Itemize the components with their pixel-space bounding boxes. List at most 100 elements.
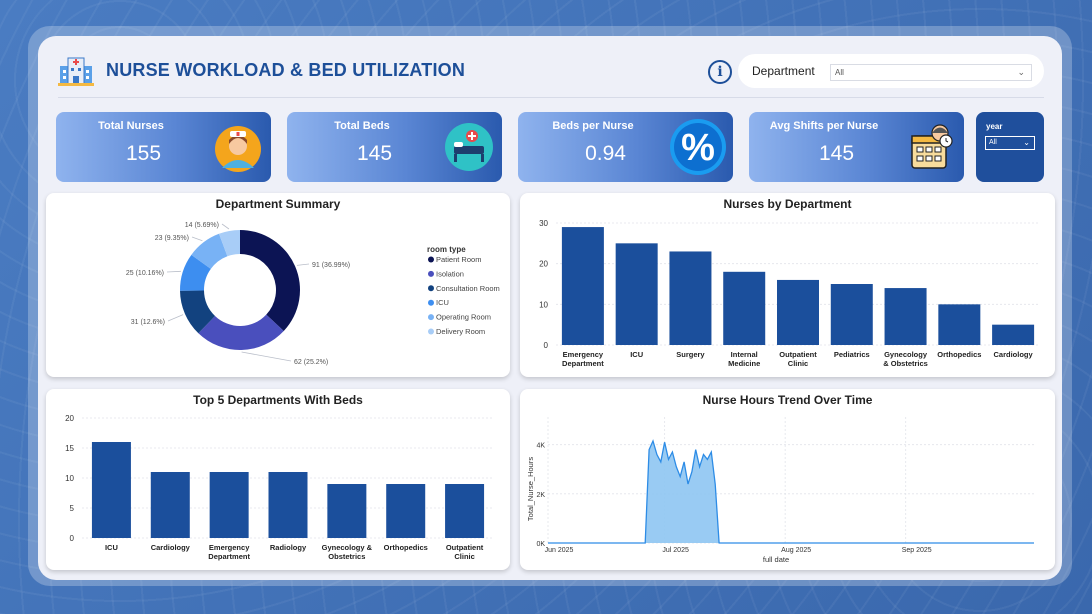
- bar: [938, 304, 981, 345]
- header-divider: [58, 97, 1044, 98]
- donut-chart: 91 (36.99%) 62 (25.2%) 31 (12.6%) 25 (10.16…: [126, 222, 500, 366]
- x-tick-label: Pediatrics: [834, 350, 870, 359]
- legend-item: ICU: [436, 298, 449, 307]
- x-tick-label: Jun 2025: [545, 547, 574, 554]
- y-tick-label: 30: [539, 219, 548, 228]
- legend-marker: [428, 314, 434, 321]
- bar: [669, 251, 712, 345]
- x-tick-label: & Obstetrics: [883, 359, 928, 368]
- kpi-total-nurses: Total Nurses 155: [56, 112, 271, 182]
- top-departments-beds-card: Top 5 Departments With Beds 0 5 10 15 20 ICU C…: [46, 389, 510, 570]
- y-tick-label: 10: [539, 300, 548, 309]
- x-tick-label: Outpatient: [779, 350, 817, 359]
- legend-marker: [428, 256, 434, 263]
- x-tick-label: Emergency: [563, 350, 604, 359]
- legend-marker: [428, 270, 434, 277]
- bar: [723, 271, 766, 345]
- donut-slice: [240, 230, 300, 332]
- legend-item: Consultation Room: [436, 284, 500, 293]
- data-label: 91 (36.99%): [312, 262, 350, 269]
- legend-item: Isolation: [436, 269, 464, 278]
- x-tick-label: Obstetrics: [328, 552, 365, 561]
- hospital-logo-icon: [58, 57, 94, 86]
- y-tick-label: 2K: [536, 492, 545, 499]
- y-tick-label: 4K: [536, 443, 545, 450]
- department-filter[interactable]: Department All ⌄: [738, 54, 1044, 88]
- bar: [615, 243, 658, 345]
- year-filter-label: year: [986, 122, 1003, 131]
- legend-marker: [428, 299, 434, 306]
- series-line: [548, 439, 1034, 544]
- x-tick-label: Surgery: [676, 350, 705, 359]
- kpi-label: Total Beds: [334, 120, 390, 132]
- bar: [209, 472, 249, 538]
- legend-item: Patient Room: [436, 255, 481, 264]
- x-tick-label: Cardiology: [994, 350, 1034, 359]
- y-axis-label: Total_Nurse_Hours: [526, 457, 535, 521]
- department-filter-label: Department: [752, 64, 815, 78]
- department-summary-card: Department Summary 91 (36.99%) 62 (25.2%)…: [46, 193, 510, 377]
- bar: [91, 442, 131, 538]
- x-tick-label: Cardiology: [151, 543, 191, 552]
- bar-chart: 0 5 10 15 20 ICU Cardiology EmergencyDepartment…: [65, 414, 494, 561]
- x-tick-label: Aug 2025: [781, 547, 811, 554]
- x-tick-label: Department: [208, 552, 250, 561]
- y-tick-label: 20: [65, 414, 74, 423]
- leader-line: [241, 351, 292, 362]
- chevron-down-icon: ⌄: [1017, 67, 1025, 77]
- area-fill: [548, 441, 1034, 543]
- bar: [386, 484, 426, 538]
- legend-marker: [428, 328, 434, 335]
- x-tick-label: Sep 2025: [902, 547, 932, 554]
- kpi-value: 155: [125, 142, 162, 165]
- x-tick-label: ICU: [630, 350, 643, 359]
- y-tick-label: 0: [70, 534, 75, 543]
- bar: [445, 484, 485, 538]
- data-label: 14 (5.69%): [185, 222, 219, 229]
- y-tick-label: 5: [70, 504, 75, 513]
- x-tick-label: Medicine: [728, 359, 760, 368]
- kpi-label: Avg Shifts per Nurse: [769, 120, 879, 132]
- bar: [884, 288, 927, 345]
- kpi-beds-per-nurse: Beds per Nurse 0.94 %: [518, 112, 733, 182]
- x-axis-label: full date: [763, 555, 789, 564]
- bar: [327, 484, 367, 538]
- data-label: 62 (25.2%): [294, 359, 328, 366]
- leader-line: [191, 236, 203, 242]
- legend-item: Operating Room: [436, 313, 491, 322]
- year-filter[interactable]: year All ⌄: [976, 112, 1044, 182]
- hospital-bed-icon: [445, 123, 493, 171]
- x-tick-label: Orthopedics: [937, 350, 981, 359]
- leader-line: [221, 223, 230, 230]
- kpi-value: 145: [356, 142, 393, 165]
- x-tick-label: Clinic: [454, 552, 474, 561]
- schedule-icon: [911, 124, 953, 169]
- year-dropdown[interactable]: All ⌄: [985, 136, 1035, 150]
- x-tick-label: Gynecology: [884, 350, 928, 359]
- header: NURSE WORKLOAD & BED UTILIZATION i Depar…: [58, 52, 1044, 96]
- kpi-avg-shifts-per-nurse: Avg Shifts per Nurse 145: [749, 112, 964, 182]
- leader-line: [296, 263, 310, 266]
- x-tick-label: Radiology: [270, 543, 307, 552]
- info-icon[interactable]: i: [708, 60, 732, 84]
- bar-chart: 0 10 20 30 EmergencyDepartment ICU Surgery Inte…: [539, 219, 1040, 368]
- kpi-value: 0.94: [585, 142, 626, 165]
- nurses-by-department-card: Nurses by Department 0 10 20 30 Emergency Dep…: [520, 193, 1055, 377]
- legend-title: room type: [427, 245, 466, 254]
- department-dropdown[interactable]: All ⌄: [830, 64, 1032, 81]
- x-tick-label: Jul 2025: [662, 547, 689, 554]
- y-tick-label: 20: [539, 260, 548, 269]
- svg-text:%: %: [681, 127, 715, 169]
- bar: [830, 284, 873, 345]
- bar: [268, 472, 308, 538]
- y-tick-label: 15: [65, 444, 74, 453]
- x-tick-label: Department: [562, 359, 604, 368]
- y-tick-label: 0: [544, 341, 549, 350]
- x-tick-label: Clinic: [788, 359, 808, 368]
- y-tick-label: 10: [65, 474, 74, 483]
- leader-line: [167, 314, 184, 322]
- data-label: 23 (9.35%): [155, 235, 189, 242]
- year-dropdown-value: All: [989, 139, 997, 146]
- x-tick-label: Internal: [731, 350, 758, 359]
- legend-marker: [428, 285, 434, 292]
